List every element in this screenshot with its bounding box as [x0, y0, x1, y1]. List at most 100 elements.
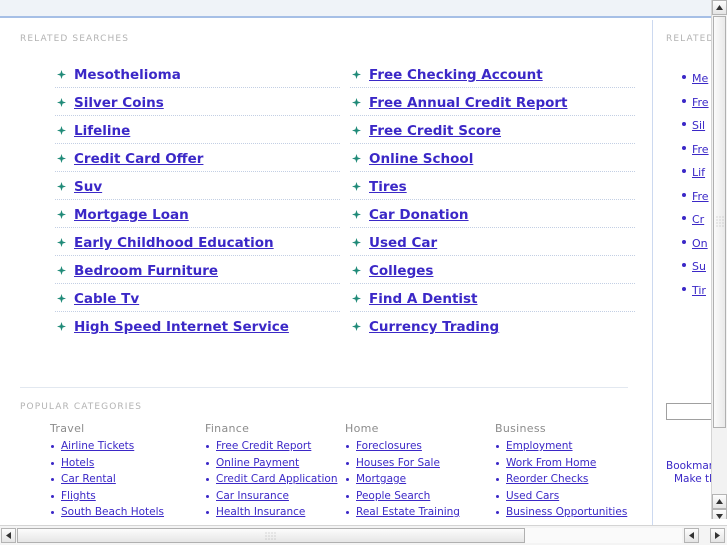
list-item[interactable]: Business Opportunities: [495, 504, 645, 521]
list-item[interactable]: Employment: [495, 438, 645, 455]
vertical-scrollbar[interactable]: [711, 0, 727, 525]
category-link[interactable]: South Beach Hotels: [61, 506, 164, 518]
side-panel-link[interactable]: Tir: [692, 284, 706, 297]
category-link[interactable]: Car Insurance: [216, 490, 289, 502]
side-panel-link[interactable]: Fre: [692, 96, 709, 109]
related-search-link[interactable]: Free Annual Credit Report: [369, 95, 568, 111]
category-link[interactable]: Airline Tickets: [61, 440, 134, 452]
related-search-item[interactable]: Credit Card Offer: [55, 144, 340, 172]
horizontal-scrollbar[interactable]: [0, 525, 727, 545]
list-item[interactable]: Foreclosures: [345, 438, 495, 455]
list-item[interactable]: Health Insurance: [205, 504, 345, 521]
side-panel-link[interactable]: Cr: [692, 213, 704, 226]
side-panel-link[interactable]: Lif: [692, 166, 705, 179]
list-item[interactable]: Free Credit Report: [205, 438, 345, 455]
list-item[interactable]: Real Estate Training: [345, 504, 495, 521]
list-item[interactable]: Online Payment: [205, 455, 345, 472]
list-item[interactable]: Hotels: [50, 455, 205, 472]
side-panel-search-input[interactable]: [666, 403, 711, 420]
related-search-item[interactable]: Colleges: [350, 256, 635, 284]
related-search-link[interactable]: Bedroom Furniture: [74, 263, 218, 279]
related-search-link[interactable]: Cable Tv: [74, 291, 139, 307]
side-panel-link[interactable]: Su: [692, 260, 706, 273]
related-search-item[interactable]: Free Credit Score: [350, 116, 635, 144]
make-homepage-link[interactable]: Make thi: [666, 473, 711, 486]
list-item[interactable]: Cr: [682, 206, 711, 230]
list-item[interactable]: Used Cars: [495, 488, 645, 505]
list-item[interactable]: Credit Card Application: [205, 471, 345, 488]
related-search-link[interactable]: High Speed Internet Service: [74, 319, 289, 335]
list-item[interactable]: Reorder Checks: [495, 471, 645, 488]
related-search-link[interactable]: Suv: [74, 179, 102, 195]
related-search-item[interactable]: Tires: [350, 172, 635, 200]
related-search-item[interactable]: Early Childhood Education: [55, 228, 340, 256]
list-item[interactable]: Su: [682, 253, 711, 277]
scroll-left-button[interactable]: [1, 528, 16, 543]
category-link[interactable]: Credit Card Application: [216, 473, 337, 485]
scroll-up-button-secondary[interactable]: [712, 494, 727, 509]
list-item[interactable]: On: [682, 230, 711, 254]
bookmark-link[interactable]: Bookmark: [666, 460, 711, 473]
list-item[interactable]: Tir: [682, 277, 711, 301]
list-item[interactable]: Mortgage: [345, 471, 495, 488]
related-search-link[interactable]: Lifeline: [74, 123, 130, 139]
category-link[interactable]: Reorder Checks: [506, 473, 588, 485]
category-link[interactable]: Mortgage: [356, 473, 406, 485]
related-search-item[interactable]: Car Donation: [350, 200, 635, 228]
list-item[interactable]: Lif: [682, 159, 711, 183]
category-link[interactable]: Car Rental: [61, 473, 116, 485]
related-search-item[interactable]: Mesothelioma: [55, 60, 340, 88]
side-panel-link[interactable]: On: [692, 237, 708, 250]
related-search-link[interactable]: Colleges: [369, 263, 433, 279]
category-link[interactable]: Used Cars: [506, 490, 559, 502]
category-link[interactable]: Business Opportunities: [506, 506, 627, 518]
related-search-link[interactable]: Silver Coins: [74, 95, 164, 111]
category-link[interactable]: Flights: [61, 490, 96, 502]
related-search-link[interactable]: Used Car: [369, 235, 437, 251]
category-link[interactable]: Free Credit Report: [216, 440, 311, 452]
related-search-link[interactable]: Online School: [369, 151, 473, 167]
category-link[interactable]: Work From Home: [506, 457, 596, 469]
list-item[interactable]: People Search: [345, 488, 495, 505]
list-item[interactable]: Work From Home: [495, 455, 645, 472]
list-item[interactable]: Me: [682, 65, 711, 89]
related-search-link[interactable]: Find A Dentist: [369, 291, 478, 307]
related-search-item[interactable]: Cable Tv: [55, 284, 340, 312]
side-panel-link[interactable]: Me: [692, 72, 708, 85]
related-search-item[interactable]: Find A Dentist: [350, 284, 635, 312]
related-search-link[interactable]: Early Childhood Education: [74, 235, 274, 251]
scroll-up-button[interactable]: [712, 0, 727, 15]
related-search-item[interactable]: Mortgage Loan: [55, 200, 340, 228]
scroll-left-button-secondary[interactable]: [684, 528, 699, 543]
category-link[interactable]: Health Insurance: [216, 506, 305, 518]
related-search-item[interactable]: Used Car: [350, 228, 635, 256]
related-search-item[interactable]: Free Annual Credit Report: [350, 88, 635, 116]
related-search-link[interactable]: Mortgage Loan: [74, 207, 189, 223]
side-panel-link[interactable]: Fre: [692, 190, 709, 203]
category-link[interactable]: Real Estate Training: [356, 506, 460, 518]
list-item[interactable]: Houses For Sale: [345, 455, 495, 472]
list-item[interactable]: Fre: [682, 183, 711, 207]
related-search-link[interactable]: Free Credit Score: [369, 123, 501, 139]
related-search-item[interactable]: Online School: [350, 144, 635, 172]
related-search-item[interactable]: Lifeline: [55, 116, 340, 144]
list-item[interactable]: Airline Tickets: [50, 438, 205, 455]
related-search-item[interactable]: Suv: [55, 172, 340, 200]
related-search-link[interactable]: Free Checking Account: [369, 67, 543, 83]
category-link[interactable]: Online Payment: [216, 457, 299, 469]
horizontal-scrollbar-thumb[interactable]: [17, 528, 525, 543]
list-item[interactable]: Car Rental: [50, 471, 205, 488]
scroll-right-button[interactable]: [710, 528, 725, 543]
list-item[interactable]: Fre: [682, 136, 711, 160]
category-link[interactable]: People Search: [356, 490, 430, 502]
vertical-scrollbar-thumb[interactable]: [713, 16, 726, 428]
list-item[interactable]: Fre: [682, 89, 711, 113]
related-search-item[interactable]: Bedroom Furniture: [55, 256, 340, 284]
list-item[interactable]: Flights: [50, 488, 205, 505]
related-search-link[interactable]: Currency Trading: [369, 319, 499, 335]
related-search-link[interactable]: Credit Card Offer: [74, 151, 203, 167]
side-panel-link[interactable]: Fre: [692, 143, 709, 156]
category-link[interactable]: Foreclosures: [356, 440, 422, 452]
related-search-item[interactable]: Currency Trading: [350, 312, 635, 339]
related-search-link[interactable]: Mesothelioma: [74, 67, 181, 83]
